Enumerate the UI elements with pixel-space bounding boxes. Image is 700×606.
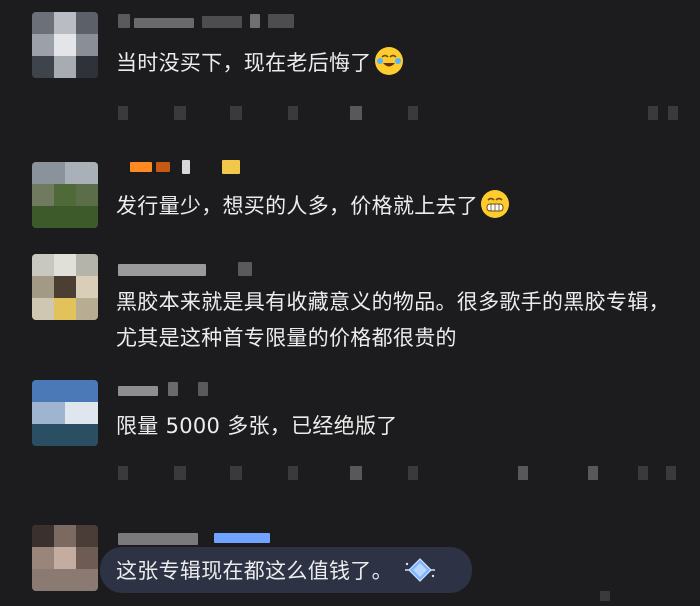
avatar[interactable] [32, 254, 98, 320]
comment-item[interactable]: 这张专辑现在都这么值钱了。 [0, 495, 700, 606]
username-blurred[interactable] [118, 531, 278, 545]
comment-item[interactable]: 黑胶本来就是具有收藏意义的物品。很多歌手的黑胶专辑，尤其是这种首专限量的价格都很… [0, 240, 700, 370]
username-blurred[interactable] [130, 160, 250, 174]
comment-text: 这张专辑现在都这么值钱了。 [116, 553, 676, 589]
comment-item[interactable]: 当时没买下，现在老后悔了 [0, 0, 700, 140]
avatar[interactable] [32, 162, 98, 228]
avatar[interactable] [32, 380, 98, 446]
comment-meta-blurred [118, 106, 678, 120]
username-blurred[interactable] [118, 14, 298, 28]
grinning-emoji [481, 190, 510, 218]
comment-text: 发行量少，想买的人多，价格就上去了 [116, 188, 676, 224]
comment-text: 黑胶本来就是具有收藏意义的物品。很多歌手的黑胶专辑，尤其是这种首专限量的价格都很… [116, 290, 670, 350]
avatar[interactable] [32, 12, 98, 78]
comment-meta-blurred [600, 591, 630, 605]
comment-item[interactable]: 发行量少，想买的人多，价格就上去了 [0, 140, 700, 240]
diamond-badge-icon [403, 557, 437, 583]
comment-item[interactable]: 限量 5000 多张，已经绝版了 [0, 370, 700, 495]
avatar[interactable] [32, 525, 98, 591]
username-blurred[interactable] [118, 262, 258, 276]
username-blurred[interactable] [118, 382, 218, 396]
comment-text: 当时没买下，现在老后悔了 [116, 45, 676, 81]
comment-text: 限量 5000 多张，已经绝版了 [116, 414, 398, 438]
comment-meta-blurred [118, 466, 678, 480]
crying-laughing-emoji [374, 47, 403, 75]
